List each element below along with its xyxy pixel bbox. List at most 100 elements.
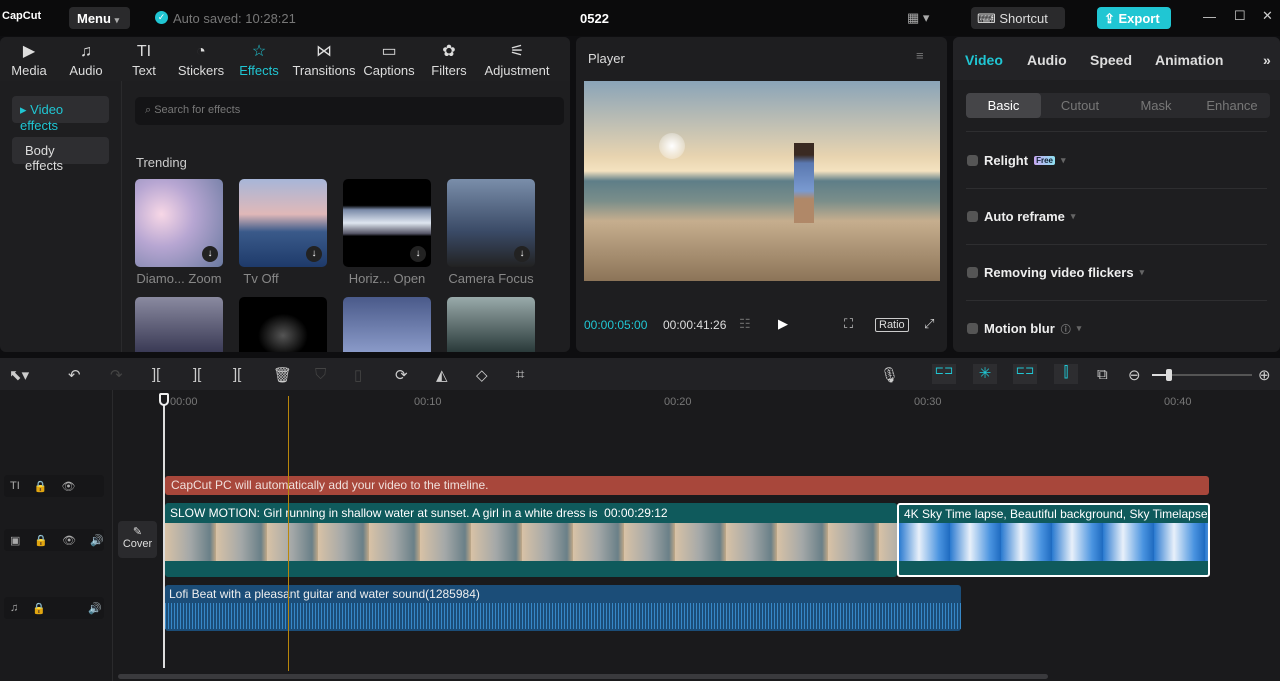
chevron-down-icon[interactable]: ▾ bbox=[1061, 155, 1066, 166]
nav-text[interactable]: TI Text bbox=[115, 41, 173, 78]
sidebar-item-video-effects[interactable]: ▸ Video effects bbox=[12, 96, 109, 133]
lock-icon[interactable]: 🔒 bbox=[32, 602, 46, 615]
layout-icon[interactable]: ▦ ▾ bbox=[907, 10, 929, 26]
relight-checkbox[interactable] bbox=[967, 155, 978, 166]
nav-media[interactable]: ▶ Media bbox=[0, 41, 58, 78]
split-left-icon[interactable]: ][ bbox=[193, 366, 201, 383]
marker-icon[interactable]: ⛉ bbox=[315, 366, 326, 383]
flicker-option[interactable]: Removing video flickers ▾ bbox=[967, 265, 1144, 280]
main-track-magnet-icon[interactable]: ⊏⊐ bbox=[932, 364, 956, 384]
undo-icon[interactable]: ↶ bbox=[68, 366, 81, 384]
playhead[interactable] bbox=[163, 404, 165, 668]
chevron-down-icon[interactable]: ▾ bbox=[1077, 323, 1082, 334]
effect-thumb[interactable]: ↓ bbox=[239, 179, 327, 267]
more-tabs-icon[interactable]: » bbox=[1263, 52, 1271, 68]
zoom-in-icon[interactable]: ⊕ bbox=[1258, 366, 1271, 384]
grid-icon[interactable]: ☷ bbox=[739, 316, 751, 332]
motion-blur-option[interactable]: Motion blur ⓘ ▾ bbox=[967, 321, 1081, 336]
zoom-out-icon[interactable]: ⊖ bbox=[1128, 366, 1141, 384]
ratio-button[interactable]: Ratio bbox=[875, 318, 909, 332]
play-icon[interactable]: ▶ bbox=[778, 316, 788, 332]
nav-captions[interactable]: ▭ Captions bbox=[360, 41, 418, 78]
speaker-icon[interactable]: 🔊 bbox=[88, 602, 102, 615]
split-right-icon[interactable]: ][ bbox=[233, 366, 241, 383]
zoom-slider-handle[interactable] bbox=[1166, 369, 1172, 381]
sidebar-item-body-effects[interactable]: Body effects bbox=[12, 137, 109, 173]
nav-audio[interactable]: ♫ Audio bbox=[57, 41, 115, 78]
zoom-slider[interactable] bbox=[1152, 369, 1252, 381]
tab-video[interactable]: Video bbox=[965, 52, 1003, 68]
split-icon[interactable]: ][ bbox=[152, 366, 160, 383]
search-input[interactable]: ⌕ Search for effects bbox=[135, 97, 564, 125]
flicker-checkbox[interactable] bbox=[967, 267, 978, 278]
close-icon[interactable]: ✕ bbox=[1262, 8, 1273, 24]
reverse-icon[interactable]: ⟳ bbox=[395, 366, 408, 384]
audio-clip[interactable]: Lofi Beat with a pleasant guitar and wat… bbox=[165, 585, 961, 631]
shortcut-button[interactable]: ⌨ Shortcut bbox=[971, 7, 1065, 29]
rotate-icon[interactable]: ◇ bbox=[476, 366, 488, 384]
auto-reframe-checkbox[interactable] bbox=[967, 211, 978, 222]
download-icon[interactable]: ↓ bbox=[410, 246, 426, 262]
select-tool-icon[interactable]: ⬉▾ bbox=[9, 366, 29, 384]
eye-icon[interactable]: 👁 bbox=[61, 480, 75, 493]
nav-stickers[interactable]: ◔ Stickers bbox=[172, 41, 230, 78]
effect-thumb[interactable]: ↓ bbox=[447, 179, 535, 267]
download-icon[interactable]: ↓ bbox=[514, 246, 530, 262]
video-clip-selected[interactable]: 4K Sky Time lapse, Beautiful background,… bbox=[897, 503, 1210, 577]
chevron-down-icon[interactable]: ▾ bbox=[1140, 267, 1145, 278]
nav-filters[interactable]: ✿ Filters bbox=[420, 41, 478, 78]
tab-speed[interactable]: Speed bbox=[1090, 52, 1132, 68]
freeze-icon[interactable]: ▯ bbox=[354, 366, 362, 384]
effect-thumb[interactable] bbox=[135, 297, 223, 352]
tab-audio[interactable]: Audio bbox=[1027, 52, 1067, 68]
subtab-enhance[interactable]: Enhance bbox=[1194, 93, 1270, 118]
nav-transitions[interactable]: ⋈ Transitions bbox=[290, 41, 358, 78]
fit-icon[interactable]: ⛶ bbox=[844, 316, 853, 332]
preview-icon[interactable]: ⧉ bbox=[1097, 366, 1108, 383]
subtab-cutout[interactable]: Cutout bbox=[1042, 93, 1118, 118]
eye-icon[interactable]: 👁 bbox=[62, 534, 76, 547]
mirror-icon[interactable]: ◭ bbox=[436, 366, 448, 384]
lock-icon[interactable]: 🔒 bbox=[34, 534, 48, 547]
effect-thumb[interactable] bbox=[447, 297, 535, 352]
preview-axis-icon[interactable]: ⫿ bbox=[1054, 364, 1078, 384]
auto-snap-icon[interactable]: ✳ bbox=[973, 364, 997, 384]
download-icon[interactable]: ↓ bbox=[202, 246, 218, 262]
download-icon[interactable]: ↓ bbox=[306, 246, 322, 262]
redo-icon[interactable]: ↷ bbox=[110, 366, 123, 384]
minimize-icon[interactable]: — bbox=[1203, 9, 1216, 24]
cover-button[interactable]: ✎ Cover bbox=[118, 521, 157, 558]
nav-effects[interactable]: ☆ Effects bbox=[230, 41, 288, 78]
video-clip[interactable]: SLOW MOTION: Girl running in shallow wat… bbox=[165, 503, 897, 577]
help-icon[interactable]: ⓘ bbox=[1061, 321, 1071, 336]
menu-icon[interactable]: ≡ bbox=[916, 48, 924, 63]
crop-icon[interactable]: ⌗ bbox=[516, 366, 524, 383]
effect-thumb[interactable] bbox=[239, 297, 327, 352]
menu-button[interactable]: Menu ▾ bbox=[69, 7, 130, 29]
chevron-down-icon[interactable]: ▾ bbox=[1071, 211, 1076, 222]
speaker-icon[interactable]: 🔊 bbox=[90, 534, 104, 547]
export-button[interactable]: ⇪ Export bbox=[1097, 7, 1171, 29]
auto-reframe-option[interactable]: Auto reframe ▾ bbox=[967, 209, 1075, 224]
video-preview[interactable] bbox=[584, 81, 940, 281]
lock-icon[interactable]: 🔒 bbox=[34, 480, 48, 493]
playhead-handle[interactable] bbox=[159, 393, 169, 406]
effect-thumb[interactable]: ↓ bbox=[343, 179, 431, 267]
fullscreen-icon[interactable]: ⤢ bbox=[924, 316, 934, 332]
delete-icon[interactable]: 🗑 bbox=[273, 366, 292, 384]
total-time: 00:00:41:26 bbox=[663, 318, 727, 332]
nav-adjustment[interactable]: ⚟ Adjustment bbox=[480, 41, 554, 78]
motion-blur-checkbox[interactable] bbox=[967, 323, 978, 334]
relight-option[interactable]: Relight Free ▾ bbox=[967, 153, 1066, 168]
microphone-icon[interactable]: 🎙 bbox=[880, 366, 899, 384]
text-clip[interactable]: CapCut PC will automatically add your vi… bbox=[165, 476, 1209, 495]
effect-thumb[interactable] bbox=[343, 297, 431, 352]
maximize-icon[interactable]: ☐ bbox=[1234, 8, 1246, 24]
subtab-mask[interactable]: Mask bbox=[1118, 93, 1194, 118]
video-clip-duration: 00:00:29:12 bbox=[604, 506, 668, 520]
horizontal-scrollbar[interactable] bbox=[118, 674, 1048, 679]
effect-thumb[interactable]: ↓ bbox=[135, 179, 223, 267]
tab-animation[interactable]: Animation bbox=[1155, 52, 1223, 68]
subtab-basic[interactable]: Basic bbox=[966, 93, 1041, 118]
linkage-icon[interactable]: ⊏⊐ bbox=[1013, 364, 1037, 384]
